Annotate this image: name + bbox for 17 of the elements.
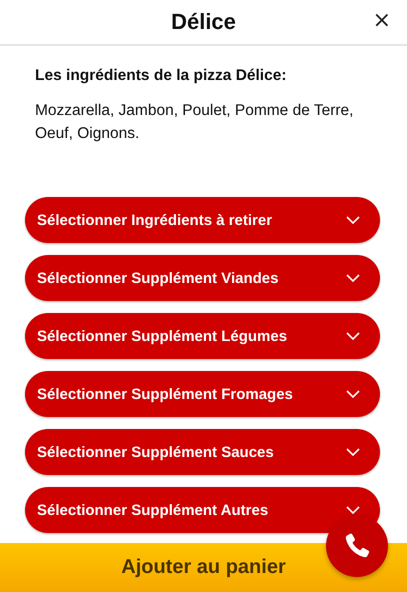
modal-title: Délice xyxy=(171,9,236,35)
chevron-down-icon xyxy=(346,390,360,398)
select-dropdown[interactable]: Sélectionner Supplément Sauces xyxy=(25,429,380,475)
select-dropdown[interactable]: Sélectionner Supplément Fromages xyxy=(25,371,380,417)
chevron-down-icon xyxy=(346,448,360,456)
select-dropdown[interactable]: Sélectionner Supplément Viandes xyxy=(25,255,380,301)
select-dropdown[interactable]: Sélectionner Supplément Légumes xyxy=(25,313,380,359)
add-to-cart-button[interactable]: Ajouter au panier xyxy=(0,543,407,592)
select-dropdown[interactable]: Sélectionner Supplément Autres xyxy=(25,487,380,533)
chevron-down-icon xyxy=(346,274,360,282)
ingredients-list: Mozzarella, Jambon, Poulet, Pomme de Terre, Oeuf, Oignons. xyxy=(35,99,365,145)
close-button[interactable]: × xyxy=(368,9,395,33)
chevron-down-icon xyxy=(346,332,360,340)
chevron-down-icon xyxy=(346,506,360,514)
select-dropdown[interactable]: Sélectionner Ingrédients à retirer xyxy=(25,197,380,243)
ingredients-heading: Les ingrédients de la pizza Délice: xyxy=(35,67,288,85)
chevron-down-icon xyxy=(346,216,360,224)
